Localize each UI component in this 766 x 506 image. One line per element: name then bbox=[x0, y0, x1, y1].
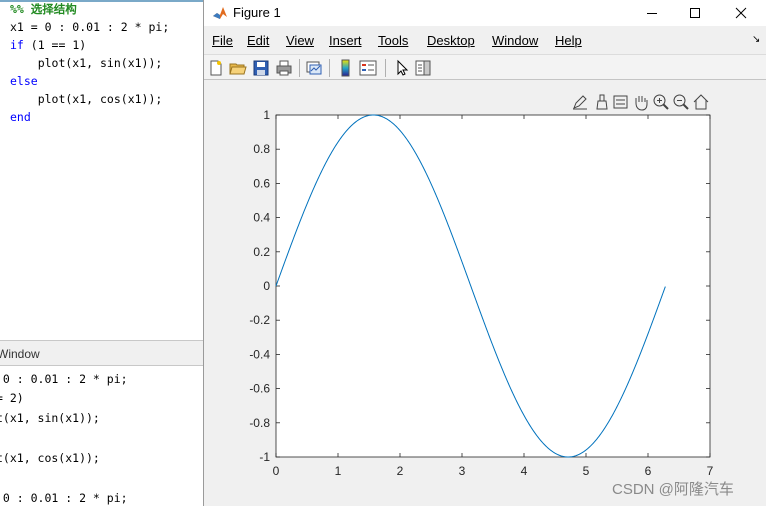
csdn-watermark: CSDN @阿隆汽车 bbox=[612, 481, 734, 498]
x-tick-label: 3 bbox=[459, 464, 466, 478]
figure-window[interactable]: Figure 1 File Edit View Insert Tools Des… bbox=[203, 0, 766, 506]
command-line: t(x1, cos(x1)); bbox=[0, 451, 100, 465]
y-tick-label: -0.4 bbox=[249, 347, 270, 361]
code-line-else[interactable]: else bbox=[10, 72, 38, 90]
code-editor[interactable]: %% 选择结构 x1 = 0 : 0.01 : 2 * pi; if (1 ==… bbox=[0, 0, 210, 340]
save-icon[interactable] bbox=[252, 59, 270, 77]
toolbar-separator bbox=[329, 59, 330, 77]
toolbar-separator bbox=[299, 59, 300, 77]
property-inspector-icon[interactable] bbox=[414, 59, 432, 77]
code-line[interactable]: plot(x1, sin(x1)); bbox=[10, 54, 163, 72]
command-line: t(x1, sin(x1)); bbox=[0, 411, 100, 425]
menu-tools[interactable]: Tools bbox=[378, 33, 408, 48]
menu-bar: File Edit View Insert Tools Desktop Wind… bbox=[204, 30, 766, 52]
y-tick-label: -1 bbox=[259, 450, 270, 464]
pointer-icon[interactable] bbox=[393, 59, 411, 77]
x-tick-label: 0 bbox=[273, 464, 280, 478]
matlab-logo-icon bbox=[212, 5, 228, 21]
x-tick-label: 1 bbox=[335, 464, 342, 478]
x-tick-label: 4 bbox=[521, 464, 528, 478]
maximize-icon bbox=[690, 8, 700, 18]
figure-toolbar bbox=[204, 54, 766, 80]
menu-window[interactable]: Window bbox=[492, 33, 538, 48]
figure-titlebar[interactable]: Figure 1 bbox=[204, 0, 766, 26]
figure-canvas[interactable]: -1 -0.8 -0.6 -0.4 -0.2 0 0.2 0.4 0.6 0.8 1 0 1 2 3 4 5 6… bbox=[204, 81, 766, 506]
x-tick-label: 2 bbox=[397, 464, 404, 478]
code-line[interactable]: plot(x1, cos(x1)); bbox=[10, 90, 163, 108]
y-tick-label: -0.6 bbox=[249, 382, 270, 396]
link-plot-icon[interactable] bbox=[305, 59, 323, 77]
close-icon bbox=[735, 7, 747, 19]
x-tick-label: 7 bbox=[707, 464, 714, 478]
colorbar-icon[interactable] bbox=[337, 59, 355, 77]
menu-dock-arrow-icon[interactable]: ↘ bbox=[752, 34, 760, 45]
command-line: 0 : 0.01 : 2 * pi; bbox=[0, 372, 128, 386]
command-window[interactable]: Window 0 : 0.01 : 2 * pi; = 2) t(x1, sin… bbox=[0, 340, 210, 506]
minimize-icon bbox=[647, 13, 657, 14]
y-tick-label: 0.8 bbox=[253, 142, 270, 156]
y-tick-label: -0.2 bbox=[249, 313, 270, 327]
command-line: 0 : 0.01 : 2 * pi; bbox=[0, 491, 128, 505]
open-file-icon[interactable] bbox=[229, 59, 247, 77]
menu-view[interactable]: View bbox=[286, 33, 314, 48]
y-tick-label: 0 bbox=[263, 279, 270, 293]
code-line-comment[interactable]: %% 选择结构 bbox=[10, 0, 77, 18]
menu-edit[interactable]: Edit bbox=[247, 33, 269, 48]
y-tick-label: 1 bbox=[263, 108, 270, 122]
menu-insert[interactable]: Insert bbox=[329, 33, 362, 48]
menu-desktop[interactable]: Desktop bbox=[427, 33, 475, 48]
y-tick-label: 0.4 bbox=[253, 211, 270, 225]
axes-background bbox=[275, 114, 711, 458]
command-line: = 2) bbox=[0, 391, 24, 405]
new-figure-icon[interactable] bbox=[207, 59, 225, 77]
y-tick-label: 0.6 bbox=[253, 176, 270, 190]
menu-file[interactable]: File bbox=[212, 33, 233, 48]
figure-title: Figure 1 bbox=[233, 5, 281, 20]
code-line-end[interactable]: end bbox=[10, 108, 31, 126]
command-window-titlebar[interactable]: Window bbox=[0, 340, 210, 366]
maximize-button[interactable] bbox=[672, 0, 718, 26]
print-icon[interactable] bbox=[275, 59, 293, 77]
menu-help[interactable]: Help bbox=[555, 33, 582, 48]
command-window-title: Window bbox=[0, 347, 40, 361]
x-tick-label: 6 bbox=[645, 464, 652, 478]
x-tick-label: 5 bbox=[583, 464, 590, 478]
minimize-button[interactable] bbox=[629, 0, 675, 26]
legend-icon[interactable] bbox=[359, 59, 377, 77]
y-tick-label: 0.2 bbox=[253, 245, 270, 259]
code-line-if[interactable]: if (1 == 1) bbox=[10, 36, 86, 54]
sine-plot[interactable]: -1 -0.8 -0.6 -0.4 -0.2 0 0.2 0.4 0.6 0.8 1 0 1 2 3 4 5 6… bbox=[204, 81, 766, 506]
code-line[interactable]: x1 = 0 : 0.01 : 2 * pi; bbox=[10, 18, 169, 36]
toolbar-separator bbox=[385, 59, 386, 77]
close-button[interactable] bbox=[718, 0, 764, 26]
y-tick-label: -0.8 bbox=[249, 416, 270, 430]
